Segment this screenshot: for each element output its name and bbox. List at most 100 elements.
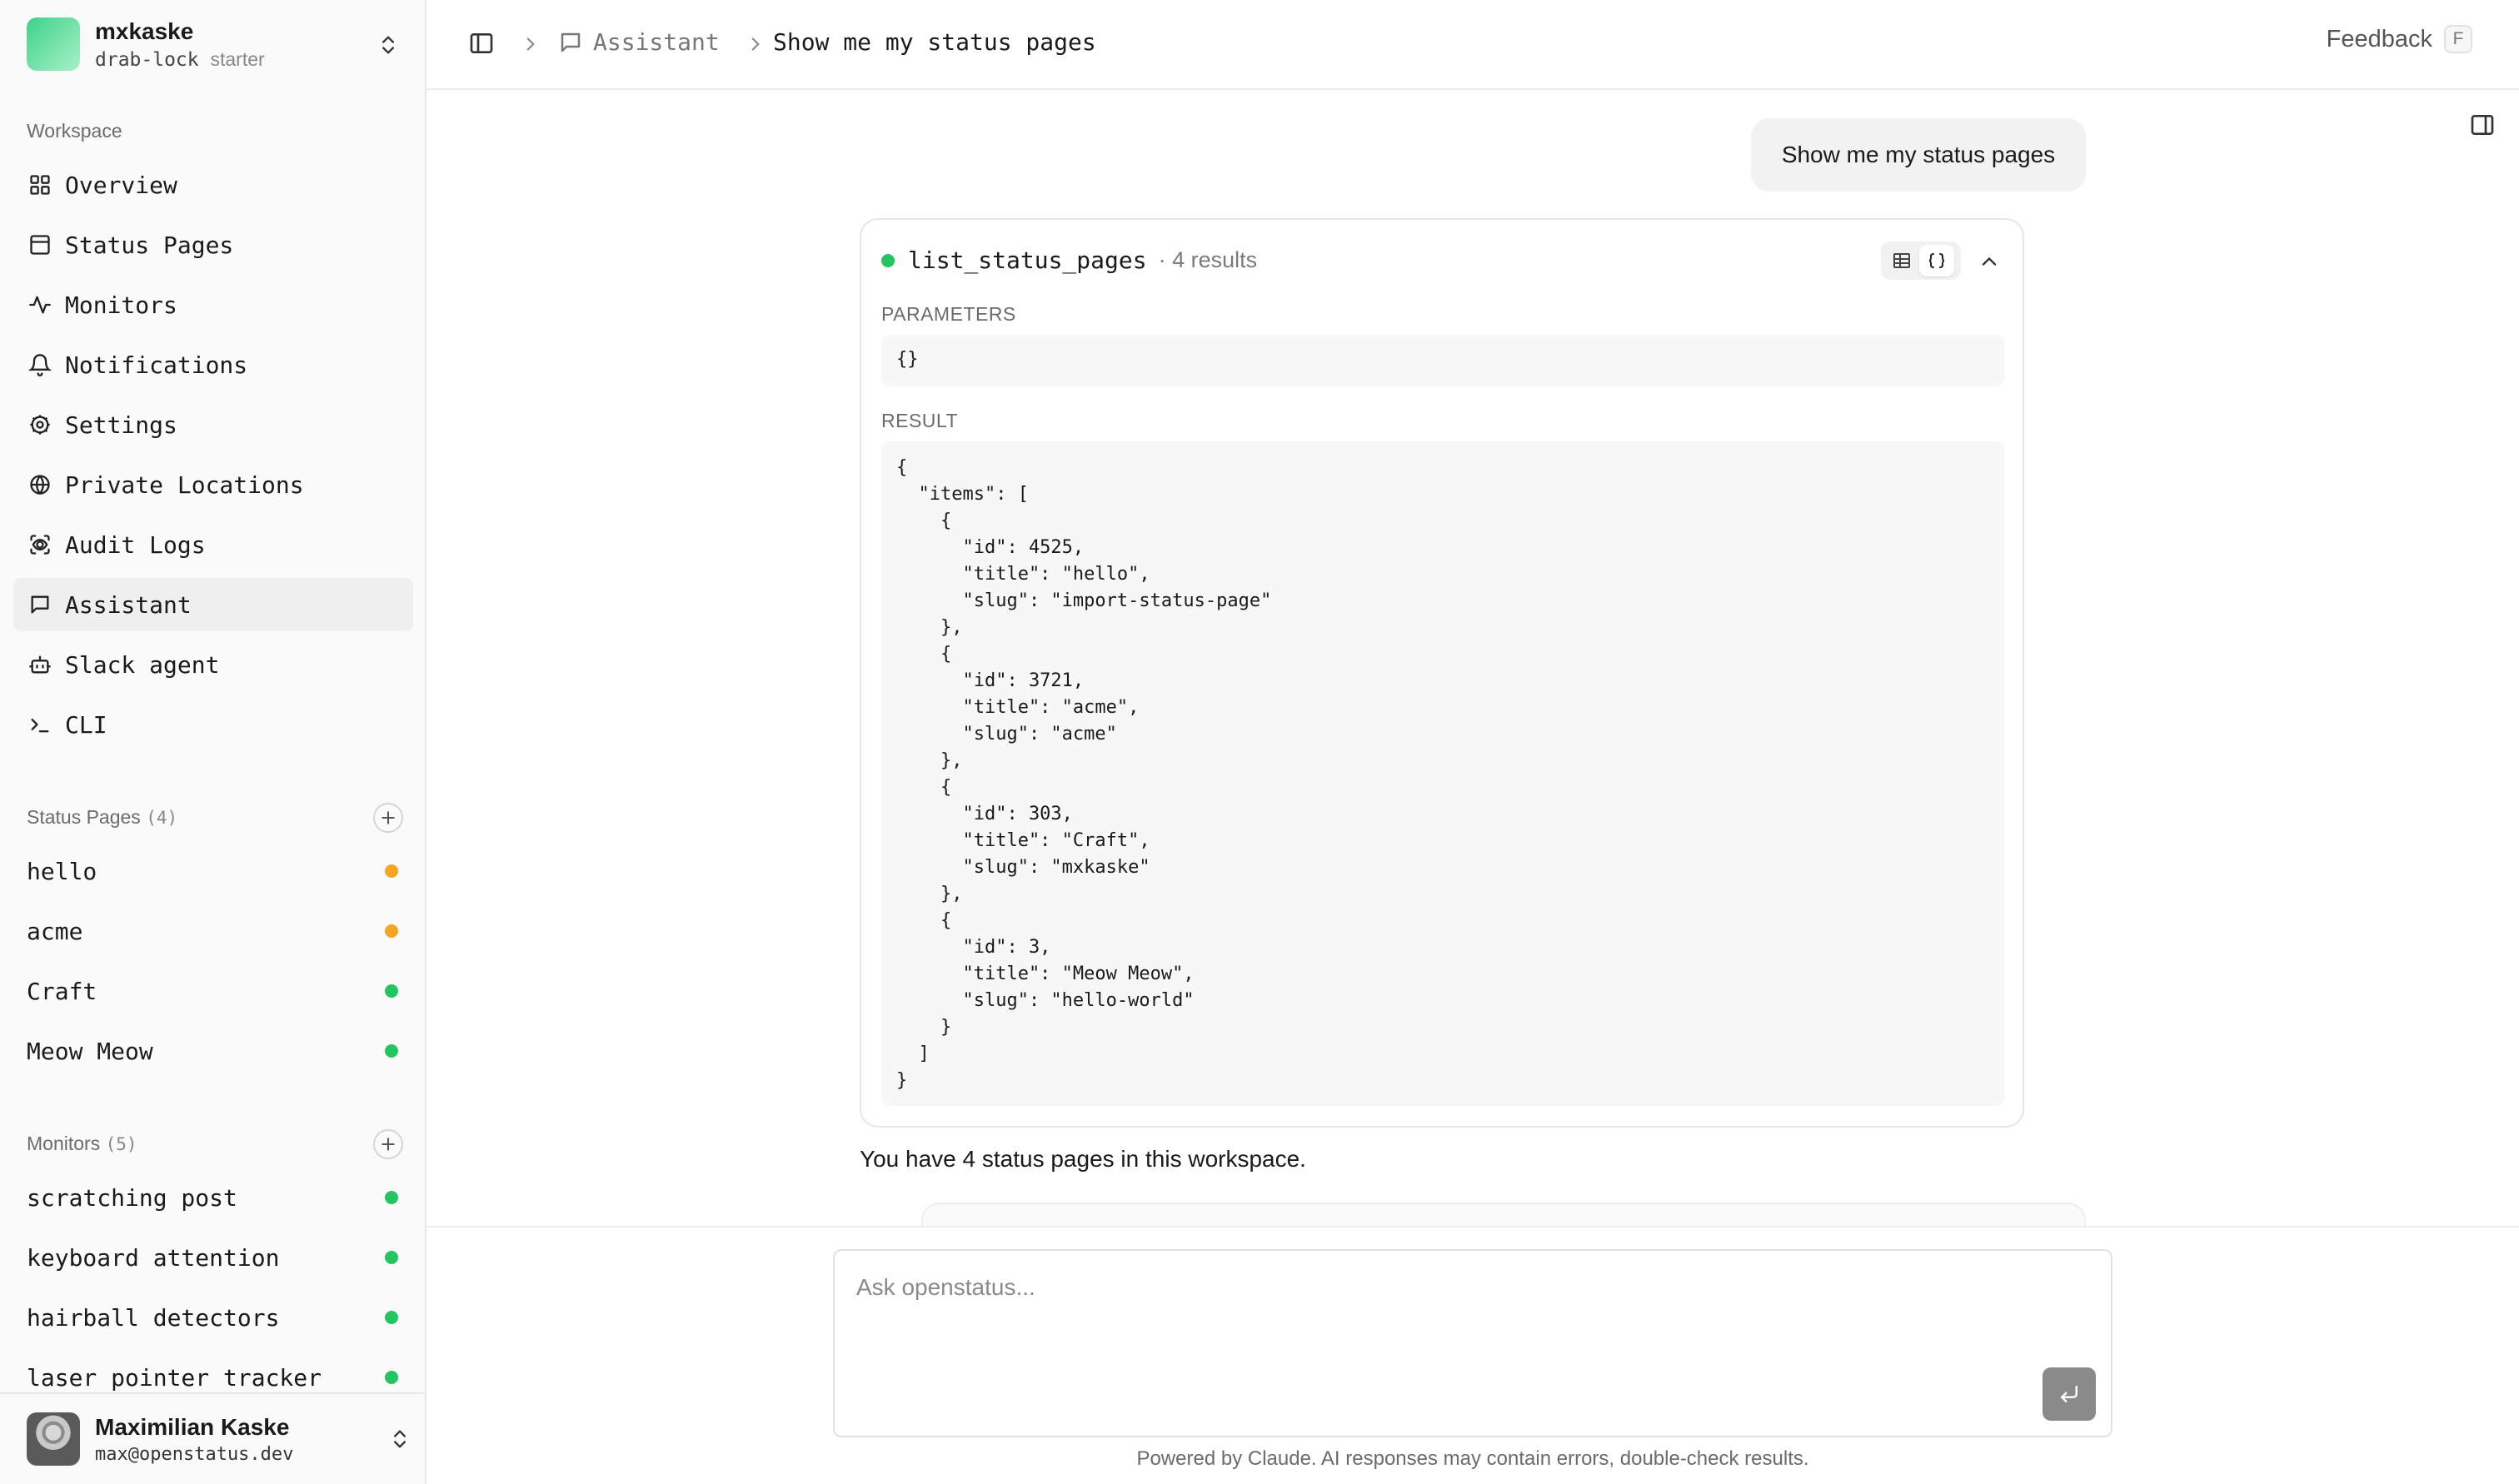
sidebar-item-label: Overview: [65, 171, 177, 199]
monitor-item-scratching-post[interactable]: scratching post: [13, 1171, 413, 1224]
status-page-label: acme: [27, 917, 83, 945]
activity-icon: [27, 291, 53, 318]
cog-icon: [27, 411, 53, 438]
result-label: RESULT: [881, 410, 959, 431]
sidebar-item-label: Assistant: [65, 590, 192, 619]
sidebar-item-label: Audit Logs: [65, 530, 206, 559]
sidebar-item-label: Settings: [65, 411, 177, 439]
message-icon: [561, 32, 581, 52]
status-pages-group-title: Status Pages: [27, 806, 141, 828]
bell-icon: [27, 351, 53, 378]
composer-area: Powered by Claude. AI responses may cont…: [426, 1226, 2519, 1484]
breadcrumb-label: Assistant: [593, 28, 720, 56]
monitor-item-hairball-detectors[interactable]: hairball detectors: [13, 1291, 413, 1344]
status-pages-group-label: Status Pages (4): [27, 806, 177, 829]
monitor-item-keyboard-attention[interactable]: keyboard attention: [13, 1231, 413, 1284]
enter-icon: [2061, 1386, 2078, 1402]
sidebar-item-audit-logs[interactable]: Audit Logs: [13, 518, 413, 571]
terminal-icon: [27, 711, 53, 738]
result-value: { "items": [ { "id": 4525, "title": "hel…: [896, 457, 1272, 1091]
breadcrumb-current: Show me my status pages: [773, 28, 1096, 56]
sidebar-item-label: Private Locations: [65, 471, 304, 499]
workspace-section-label: Workspace: [27, 120, 122, 142]
parameters-value: {}: [896, 349, 919, 370]
tool-call-card: list_status_pages · 4 results PARAMETERS…: [860, 218, 2024, 1128]
feedback-label: Feedback: [2326, 25, 2432, 52]
chevron-up-icon[interactable]: [1978, 250, 2001, 273]
status-dot: [385, 864, 398, 878]
status-page-label: Craft: [27, 977, 97, 1005]
sidebar: mxkaske drab-lock starter Workspace Over…: [0, 0, 426, 1484]
add-status-page-button[interactable]: [373, 803, 403, 833]
user-menu[interactable]: Maximilian Kaske max@openstatus.dev: [0, 1392, 425, 1484]
sidebar-item-private-locations[interactable]: Private Locations: [13, 458, 413, 511]
status-page-item-acme[interactable]: acme: [13, 904, 413, 958]
sidebar-item-monitors[interactable]: Monitors: [13, 278, 413, 331]
monitor-label: keyboard attention: [27, 1243, 280, 1272]
panel-icon: [27, 232, 53, 258]
status-dot: [385, 1311, 398, 1324]
status-page-item-craft[interactable]: Craft: [13, 964, 413, 1018]
status-page-label: hello: [27, 857, 97, 885]
status-dot: [385, 1191, 398, 1204]
tool-result-count: · 4 results: [1158, 247, 1258, 272]
chat-input[interactable]: [835, 1251, 2111, 1436]
next-tool-card-edge: [921, 1203, 2086, 1228]
message-icon: [27, 591, 53, 618]
parameters-code: {}: [881, 335, 2004, 386]
status-dot: [385, 1251, 398, 1264]
json-view-button[interactable]: [1919, 245, 1954, 276]
toggle-sidebar-button[interactable]: [468, 30, 498, 60]
workspace-plan: starter: [210, 47, 265, 70]
assistant-message: You have 4 status pages in this workspac…: [860, 1146, 1306, 1172]
chevrons-up-down-icon: [382, 36, 394, 54]
breadcrumb-assistant[interactable]: Assistant: [558, 28, 720, 56]
braces-icon: [1928, 253, 1945, 268]
sidebar-item-label: Status Pages: [65, 231, 234, 259]
sidebar-item-label: Monitors: [65, 291, 177, 319]
table-view-button[interactable]: [1884, 245, 1919, 276]
monitor-label: scratching post: [27, 1183, 237, 1212]
sidebar-item-overview[interactable]: Overview: [13, 158, 413, 212]
status-page-item-hello[interactable]: hello: [13, 844, 413, 898]
result-code: { "items": [ { "id": 4525, "title": "hel…: [881, 441, 2004, 1106]
sidebar-item-cli[interactable]: CLI: [13, 698, 413, 751]
tool-call-header: list_status_pages · 4 results: [881, 247, 1257, 274]
add-monitor-button[interactable]: [373, 1129, 403, 1159]
sidebar-item-status-pages[interactable]: Status Pages: [13, 218, 413, 271]
chevrons-up-down-icon: [394, 1430, 406, 1448]
sidebar-item-slack-agent[interactable]: Slack agent: [13, 638, 413, 691]
keyboard-shortcut-badge: F: [2444, 25, 2472, 53]
composer: [833, 1249, 2112, 1437]
monitors-group-title: Monitors: [27, 1133, 101, 1154]
workspace-switcher[interactable]: mxkaske drab-lock starter: [13, 12, 413, 77]
sidebar-item-label: Notifications: [65, 351, 248, 379]
status-page-item-meow-meow[interactable]: Meow Meow: [13, 1024, 413, 1078]
scan-eye-icon: [27, 531, 53, 558]
status-dot: [385, 1044, 398, 1058]
grid-icon: [27, 172, 53, 198]
parameters-label: PARAMETERS: [881, 303, 1016, 325]
plus-icon: [382, 1138, 395, 1151]
sidebar-item-assistant[interactable]: Assistant: [13, 578, 413, 631]
status-dot: [385, 924, 398, 938]
sidebar-item-notifications[interactable]: Notifications: [13, 338, 413, 391]
globe-icon: [27, 471, 53, 498]
right-panel-toggle-icon[interactable]: [2469, 112, 2496, 138]
status-dot: [385, 1371, 398, 1384]
user-email: max@openstatus.dev: [95, 1443, 294, 1465]
sidebar-item-label: Slack agent: [65, 650, 220, 679]
send-button[interactable]: [2043, 1367, 2096, 1421]
top-bar: Assistant Show me my status pages Feedba…: [426, 0, 2519, 90]
tool-name: list_status_pages: [908, 247, 1147, 274]
user-message: Show me my status pages: [1751, 118, 2086, 192]
result-view-toggle: [1881, 242, 1961, 280]
table-icon: [1893, 253, 1910, 268]
page-title: Show me my status pages: [773, 28, 1096, 56]
bot-icon: [27, 651, 53, 678]
sidebar-item-settings[interactable]: Settings: [13, 398, 413, 451]
workspace-slug: drab-lock: [95, 48, 199, 71]
feedback-button[interactable]: Feedback F: [2327, 25, 2472, 53]
monitors-count: (5): [105, 1134, 137, 1154]
chevron-right-icon: [526, 37, 535, 51]
